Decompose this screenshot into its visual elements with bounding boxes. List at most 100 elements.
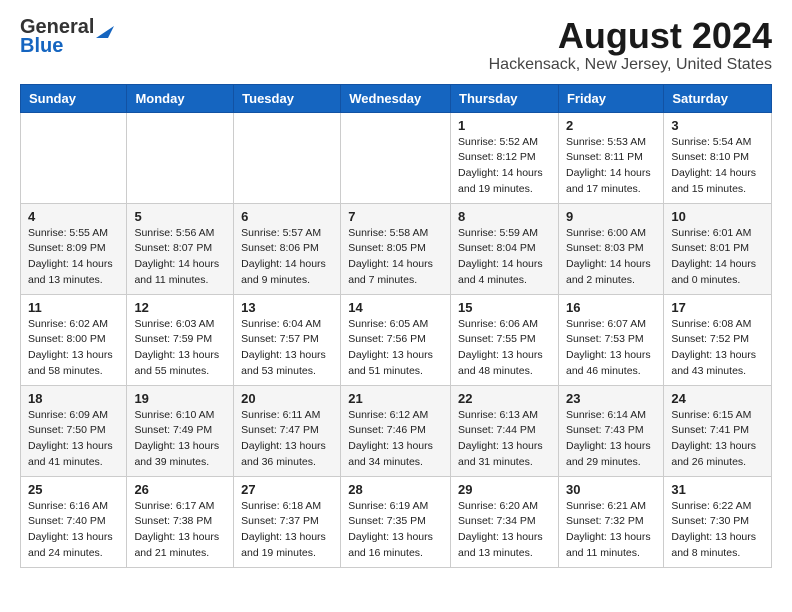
day-number: 5	[134, 209, 226, 224]
day-number: 11	[28, 300, 119, 315]
day-info: Sunrise: 6:03 AMSunset: 7:59 PMDaylight:…	[134, 317, 226, 380]
day-number: 31	[671, 482, 764, 497]
day-number: 15	[458, 300, 551, 315]
day-number: 19	[134, 391, 226, 406]
day-info: Sunrise: 6:06 AMSunset: 7:55 PMDaylight:…	[458, 317, 551, 380]
week-row-3: 11 Sunrise: 6:02 AMSunset: 8:00 PMDayligh…	[21, 294, 772, 385]
day-info: Sunrise: 5:53 AMSunset: 8:11 PMDaylight:…	[566, 135, 656, 198]
day-number: 6	[241, 209, 333, 224]
week-row-1: 1 Sunrise: 5:52 AMSunset: 8:12 PMDaylight…	[21, 112, 772, 203]
calendar-cell	[21, 112, 127, 203]
calendar-cell	[127, 112, 234, 203]
calendar-cell: 11 Sunrise: 6:02 AMSunset: 8:00 PMDayligh…	[21, 294, 127, 385]
calendar-cell	[234, 112, 341, 203]
weekday-header-tuesday: Tuesday	[234, 84, 341, 112]
day-number: 24	[671, 391, 764, 406]
title-block: August 2024 Hackensack, New Jersey, Unit…	[489, 16, 772, 74]
logo-blue: Blue	[20, 35, 63, 58]
week-row-4: 18 Sunrise: 6:09 AMSunset: 7:50 PMDayligh…	[21, 385, 772, 476]
day-info: Sunrise: 5:57 AMSunset: 8:06 PMDaylight:…	[241, 226, 333, 289]
calendar-cell: 13 Sunrise: 6:04 AMSunset: 7:57 PMDayligh…	[234, 294, 341, 385]
weekday-header-wednesday: Wednesday	[341, 84, 451, 112]
calendar-cell: 30 Sunrise: 6:21 AMSunset: 7:32 PMDayligh…	[558, 476, 663, 567]
calendar-cell: 8 Sunrise: 5:59 AMSunset: 8:04 PMDaylight…	[451, 203, 559, 294]
day-info: Sunrise: 5:55 AMSunset: 8:09 PMDaylight:…	[28, 226, 119, 289]
day-info: Sunrise: 6:19 AMSunset: 7:35 PMDaylight:…	[348, 499, 443, 562]
day-number: 8	[458, 209, 551, 224]
calendar-cell: 21Sunrise: 6:12 AMSunset: 7:46 PMDayligh…	[341, 385, 451, 476]
day-info: Sunrise: 5:52 AMSunset: 8:12 PMDaylight:…	[458, 135, 551, 198]
weekday-header-sunday: Sunday	[21, 84, 127, 112]
day-info: Sunrise: 6:21 AMSunset: 7:32 PMDaylight:…	[566, 499, 656, 562]
day-number: 29	[458, 482, 551, 497]
day-info: Sunrise: 6:18 AMSunset: 7:37 PMDaylight:…	[241, 499, 333, 562]
day-info: Sunrise: 6:13 AMSunset: 7:44 PMDaylight:…	[458, 408, 551, 471]
weekday-header-friday: Friday	[558, 84, 663, 112]
day-info: Sunrise: 5:54 AMSunset: 8:10 PMDaylight:…	[671, 135, 764, 198]
day-number: 28	[348, 482, 443, 497]
calendar-cell: 6 Sunrise: 5:57 AMSunset: 8:06 PMDaylight…	[234, 203, 341, 294]
calendar-cell: 12 Sunrise: 6:03 AMSunset: 7:59 PMDayligh…	[127, 294, 234, 385]
day-number: 3	[671, 118, 764, 133]
day-number: 30	[566, 482, 656, 497]
calendar-cell: 5 Sunrise: 5:56 AMSunset: 8:07 PMDaylight…	[127, 203, 234, 294]
day-number: 9	[566, 209, 656, 224]
day-number: 13	[241, 300, 333, 315]
day-number: 1	[458, 118, 551, 133]
calendar-table: SundayMondayTuesdayWednesdayThursdayFrid…	[20, 84, 772, 568]
day-info: Sunrise: 6:09 AMSunset: 7:50 PMDaylight:…	[28, 408, 119, 471]
day-info: Sunrise: 6:02 AMSunset: 8:00 PMDaylight:…	[28, 317, 119, 380]
day-number: 23	[566, 391, 656, 406]
weekday-header-saturday: Saturday	[664, 84, 772, 112]
calendar-cell	[341, 112, 451, 203]
calendar-cell: 10Sunrise: 6:01 AMSunset: 8:01 PMDayligh…	[664, 203, 772, 294]
calendar-cell: 17 Sunrise: 6:08 AMSunset: 7:52 PMDayligh…	[664, 294, 772, 385]
day-number: 18	[28, 391, 119, 406]
day-info: Sunrise: 6:16 AMSunset: 7:40 PMDaylight:…	[28, 499, 119, 562]
header-section: General Blue August 2024 Hackensack, New…	[20, 16, 772, 74]
day-info: Sunrise: 6:17 AMSunset: 7:38 PMDaylight:…	[134, 499, 226, 562]
day-info: Sunrise: 6:07 AMSunset: 7:53 PMDaylight:…	[566, 317, 656, 380]
day-number: 12	[134, 300, 226, 315]
day-info: Sunrise: 6:01 AMSunset: 8:01 PMDaylight:…	[671, 226, 764, 289]
day-number: 27	[241, 482, 333, 497]
day-info: Sunrise: 5:59 AMSunset: 8:04 PMDaylight:…	[458, 226, 551, 289]
logo-bird-icon	[96, 18, 114, 38]
day-info: Sunrise: 6:08 AMSunset: 7:52 PMDaylight:…	[671, 317, 764, 380]
calendar-cell: 16 Sunrise: 6:07 AMSunset: 7:53 PMDayligh…	[558, 294, 663, 385]
month-title: August 2024	[489, 16, 772, 56]
day-info: Sunrise: 5:58 AMSunset: 8:05 PMDaylight:…	[348, 226, 443, 289]
week-row-5: 25Sunrise: 6:16 AMSunset: 7:40 PMDayligh…	[21, 476, 772, 567]
week-row-2: 4 Sunrise: 5:55 AMSunset: 8:09 PMDaylight…	[21, 203, 772, 294]
calendar-cell: 7Sunrise: 5:58 AMSunset: 8:05 PMDaylight…	[341, 203, 451, 294]
day-number: 16	[566, 300, 656, 315]
logo: General Blue	[20, 16, 114, 58]
day-number: 4	[28, 209, 119, 224]
day-info: Sunrise: 6:14 AMSunset: 7:43 PMDaylight:…	[566, 408, 656, 471]
calendar-cell: 23 Sunrise: 6:14 AMSunset: 7:43 PMDayligh…	[558, 385, 663, 476]
day-info: Sunrise: 6:10 AMSunset: 7:49 PMDaylight:…	[134, 408, 226, 471]
day-number: 2	[566, 118, 656, 133]
calendar-cell: 28 Sunrise: 6:19 AMSunset: 7:35 PMDayligh…	[341, 476, 451, 567]
calendar-cell: 22Sunrise: 6:13 AMSunset: 7:44 PMDayligh…	[451, 385, 559, 476]
day-info: Sunrise: 6:00 AMSunset: 8:03 PMDaylight:…	[566, 226, 656, 289]
calendar-cell: 20Sunrise: 6:11 AMSunset: 7:47 PMDayligh…	[234, 385, 341, 476]
day-info: Sunrise: 6:11 AMSunset: 7:47 PMDaylight:…	[241, 408, 333, 471]
day-info: Sunrise: 6:15 AMSunset: 7:41 PMDaylight:…	[671, 408, 764, 471]
day-info: Sunrise: 6:05 AMSunset: 7:56 PMDaylight:…	[348, 317, 443, 380]
day-info: Sunrise: 6:04 AMSunset: 7:57 PMDaylight:…	[241, 317, 333, 380]
day-number: 17	[671, 300, 764, 315]
calendar-cell: 31Sunrise: 6:22 AMSunset: 7:30 PMDayligh…	[664, 476, 772, 567]
calendar-cell: 9 Sunrise: 6:00 AMSunset: 8:03 PMDaylight…	[558, 203, 663, 294]
weekday-header-thursday: Thursday	[451, 84, 559, 112]
day-number: 14	[348, 300, 443, 315]
calendar-cell: 1 Sunrise: 5:52 AMSunset: 8:12 PMDaylight…	[451, 112, 559, 203]
day-info: Sunrise: 6:20 AMSunset: 7:34 PMDaylight:…	[458, 499, 551, 562]
calendar-cell: 15 Sunrise: 6:06 AMSunset: 7:55 PMDayligh…	[451, 294, 559, 385]
calendar-cell: 14 Sunrise: 6:05 AMSunset: 7:56 PMDayligh…	[341, 294, 451, 385]
weekday-header-monday: Monday	[127, 84, 234, 112]
calendar-cell: 18 Sunrise: 6:09 AMSunset: 7:50 PMDayligh…	[21, 385, 127, 476]
calendar-cell: 27 Sunrise: 6:18 AMSunset: 7:37 PMDayligh…	[234, 476, 341, 567]
location-title: Hackensack, New Jersey, United States	[489, 56, 772, 74]
day-info: Sunrise: 5:56 AMSunset: 8:07 PMDaylight:…	[134, 226, 226, 289]
